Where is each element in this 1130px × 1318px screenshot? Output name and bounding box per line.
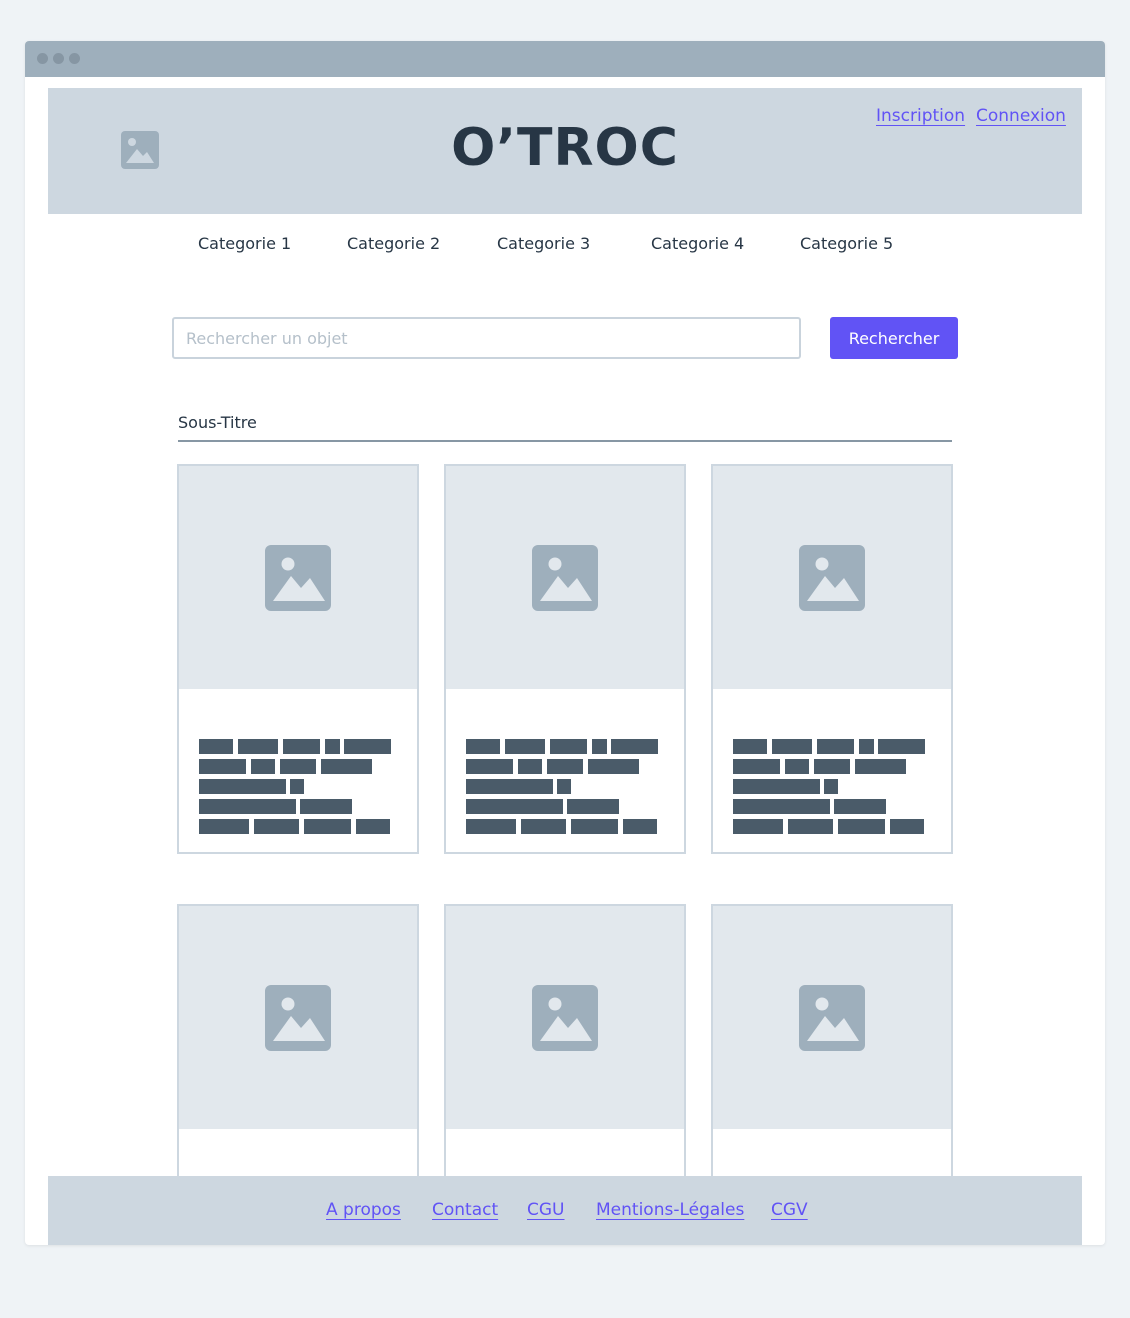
- card-image[interactable]: [446, 906, 684, 1129]
- text-placeholder-block: [199, 759, 246, 774]
- text-placeholder-block: [567, 799, 619, 814]
- image-placeholder-icon: [799, 545, 865, 611]
- text-placeholder-block: [878, 739, 925, 754]
- image-placeholder-icon: [265, 545, 331, 611]
- text-placeholder-block: [571, 819, 618, 834]
- text-placeholder-block: [550, 739, 587, 754]
- text-placeholder-block: [733, 779, 820, 794]
- text-placeholder-block: [733, 799, 830, 814]
- card-image[interactable]: [179, 906, 417, 1129]
- window-minimize-dot[interactable]: [53, 53, 64, 64]
- text-placeholder-block: [785, 759, 809, 774]
- text-placeholder-block: [521, 819, 566, 834]
- text-placeholder-block: [623, 819, 657, 834]
- text-placeholder-block: [855, 759, 906, 774]
- text-placeholder-block: [466, 759, 513, 774]
- section-subtitle: Sous-Titre: [178, 413, 257, 432]
- text-placeholder-block: [592, 739, 607, 754]
- browser-window: O’TROC Inscription Connexion Categorie 1…: [25, 41, 1105, 1245]
- nav-category-1[interactable]: Categorie 1: [198, 234, 291, 253]
- nav-category-2[interactable]: Categorie 2: [347, 234, 440, 253]
- text-placeholder-block: [834, 799, 886, 814]
- search-button[interactable]: Rechercher: [830, 317, 958, 359]
- window-maximize-dot[interactable]: [69, 53, 80, 64]
- subtitle-divider: [178, 440, 952, 442]
- site-footer: A propos Contact CGU Mentions-Légales CG…: [48, 1176, 1082, 1245]
- text-placeholder-block: [304, 819, 351, 834]
- text-placeholder-block: [199, 819, 249, 834]
- text-placeholder-block: [321, 759, 372, 774]
- image-placeholder-icon: [532, 985, 598, 1051]
- text-placeholder-block: [280, 759, 316, 774]
- product-card[interactable]: [444, 464, 686, 854]
- text-placeholder-block: [505, 739, 545, 754]
- window-close-dot[interactable]: [37, 53, 48, 64]
- text-placeholder-block: [356, 819, 390, 834]
- text-placeholder-block: [817, 739, 854, 754]
- text-placeholder-block: [557, 779, 571, 794]
- text-placeholder-block: [466, 799, 563, 814]
- footer-link-cgu[interactable]: CGU: [527, 1200, 565, 1220]
- footer-link-cgv[interactable]: CGV: [771, 1200, 808, 1220]
- text-placeholder-block: [254, 819, 299, 834]
- signup-link[interactable]: Inscription: [876, 106, 965, 126]
- text-placeholder-block: [325, 739, 340, 754]
- text-placeholder-block: [611, 739, 658, 754]
- search-input[interactable]: [172, 317, 801, 359]
- text-placeholder-block: [890, 819, 924, 834]
- text-placeholder-block: [466, 819, 516, 834]
- text-placeholder-block: [466, 779, 553, 794]
- footer-link-contact[interactable]: Contact: [432, 1200, 498, 1220]
- text-placeholder-block: [344, 739, 391, 754]
- product-card[interactable]: [177, 464, 419, 854]
- text-placeholder-block: [238, 739, 278, 754]
- image-placeholder-icon: [532, 545, 598, 611]
- nav-category-3[interactable]: Categorie 3: [497, 234, 590, 253]
- text-placeholder-block: [466, 739, 500, 754]
- text-placeholder-block: [290, 779, 304, 794]
- site-brand[interactable]: O’TROC: [48, 118, 1082, 178]
- text-placeholder-block: [788, 819, 833, 834]
- footer-link-about[interactable]: A propos: [326, 1200, 401, 1220]
- text-placeholder-block: [733, 739, 767, 754]
- text-placeholder-block: [733, 819, 783, 834]
- text-placeholder-block: [824, 779, 838, 794]
- site-header: O’TROC Inscription Connexion: [48, 88, 1082, 214]
- nav-category-4[interactable]: Categorie 4: [651, 234, 744, 253]
- login-link[interactable]: Connexion: [976, 106, 1066, 126]
- text-placeholder-block: [588, 759, 639, 774]
- image-placeholder-icon: [265, 985, 331, 1051]
- product-card[interactable]: [711, 464, 953, 854]
- text-placeholder-block: [733, 759, 780, 774]
- text-placeholder-block: [300, 799, 352, 814]
- nav-category-5[interactable]: Categorie 5: [800, 234, 893, 253]
- window-titlebar: [25, 41, 1105, 77]
- text-placeholder-block: [199, 779, 286, 794]
- text-placeholder-block: [547, 759, 583, 774]
- card-image[interactable]: [713, 466, 951, 689]
- card-image[interactable]: [446, 466, 684, 689]
- text-placeholder-block: [283, 739, 320, 754]
- card-image[interactable]: [179, 466, 417, 689]
- footer-link-legal[interactable]: Mentions-Légales: [596, 1200, 744, 1220]
- image-placeholder-icon: [799, 985, 865, 1051]
- text-placeholder-block: [518, 759, 542, 774]
- text-placeholder-block: [859, 739, 874, 754]
- card-image[interactable]: [713, 906, 951, 1129]
- text-placeholder-block: [772, 739, 812, 754]
- text-placeholder-block: [838, 819, 885, 834]
- text-placeholder-block: [199, 739, 233, 754]
- text-placeholder-block: [814, 759, 850, 774]
- text-placeholder-block: [251, 759, 275, 774]
- text-placeholder-block: [199, 799, 296, 814]
